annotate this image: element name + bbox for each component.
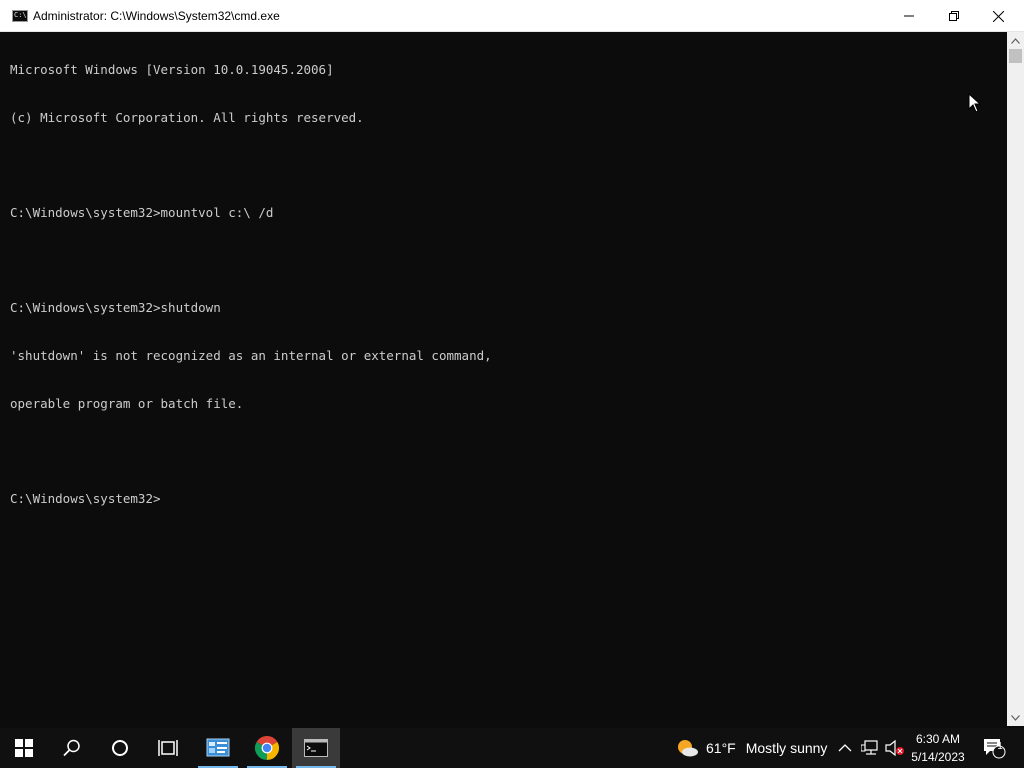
cortana-circle-icon	[112, 740, 128, 756]
cmd-taskbar-button[interactable]	[292, 728, 340, 768]
control-panel-taskbar-button[interactable]	[194, 728, 242, 768]
console-line: (c) Microsoft Corporation. All rights re…	[10, 109, 364, 125]
console-line: operable program or batch file.	[10, 395, 244, 411]
windows-logo-icon	[15, 739, 33, 757]
minimize-button[interactable]	[886, 0, 931, 32]
control-panel-icon	[206, 738, 230, 757]
console-line: C:\Windows\system32>shutdown	[10, 300, 221, 316]
close-button[interactable]	[976, 0, 1021, 32]
search-icon	[63, 739, 80, 757]
console-line: 'shutdown' is not recognized as an inter…	[10, 348, 492, 364]
chevron-up-icon	[1011, 37, 1020, 44]
volume-button[interactable]	[885, 728, 905, 768]
minimize-icon	[903, 15, 914, 17]
console-line: Microsoft Windows [Version 10.0.19045.20…	[10, 61, 334, 77]
network-icon	[861, 740, 878, 755]
cortana-button[interactable]	[96, 728, 144, 768]
console-output: Microsoft Windows [Version 10.0.19045.20…	[10, 30, 492, 539]
start-button[interactable]	[0, 728, 48, 768]
search-button[interactable]	[48, 728, 96, 768]
clock-date: 5/14/2023	[911, 750, 965, 764]
mouse-cursor-icon	[968, 93, 982, 113]
weather-condition: Mostly sunny	[745, 740, 828, 756]
restore-icon	[948, 11, 959, 21]
console-area[interactable]: Microsoft Windows [Version 10.0.19045.20…	[0, 32, 1007, 726]
scroll-thumb[interactable]	[1009, 49, 1022, 63]
console-line: C:\Windows\system32>mountvol c:\ /d	[10, 204, 274, 220]
clock[interactable]: 6:30 AM 5/14/2023	[908, 728, 968, 768]
scroll-down-button[interactable]	[1007, 709, 1024, 726]
window-title: Administrator: C:\Windows\System32\cmd.e…	[33, 9, 280, 23]
console-prompt-line[interactable]: C:\Windows\system32>	[10, 491, 492, 507]
taskbar: 61°F Mostly sunny 6:30 AM 5/14/2023 1	[0, 728, 1024, 768]
show-hidden-icons-button[interactable]	[838, 728, 852, 768]
cmd-window-icon[interactable]: C:\	[12, 10, 28, 22]
chevron-down-icon	[1011, 714, 1020, 721]
clock-time: 6:30 AM	[915, 732, 961, 746]
chrome-taskbar-button[interactable]	[243, 728, 291, 768]
action-center-button[interactable]: 1	[982, 728, 1006, 768]
partly-sunny-icon	[678, 740, 698, 757]
weather-temp: 61°F	[706, 740, 736, 756]
restore-button[interactable]	[931, 0, 976, 32]
notification-count: 1	[997, 741, 1003, 752]
chevron-up-icon	[838, 744, 852, 752]
close-icon	[993, 10, 1004, 22]
scroll-up-button[interactable]	[1007, 32, 1024, 49]
chrome-icon	[255, 736, 279, 760]
title-bar[interactable]: C:\ Administrator: C:\Windows\System32\c…	[0, 0, 1024, 32]
network-button[interactable]	[861, 728, 879, 768]
task-view-icon	[158, 740, 178, 756]
cmd-icon-glyph: C:\	[14, 11, 27, 19]
weather-widget[interactable]: 61°F Mostly sunny	[675, 728, 827, 768]
volume-muted-icon	[885, 740, 904, 756]
cmd-icon	[304, 739, 328, 757]
task-view-button[interactable]	[144, 728, 192, 768]
vertical-scrollbar[interactable]	[1007, 32, 1024, 726]
